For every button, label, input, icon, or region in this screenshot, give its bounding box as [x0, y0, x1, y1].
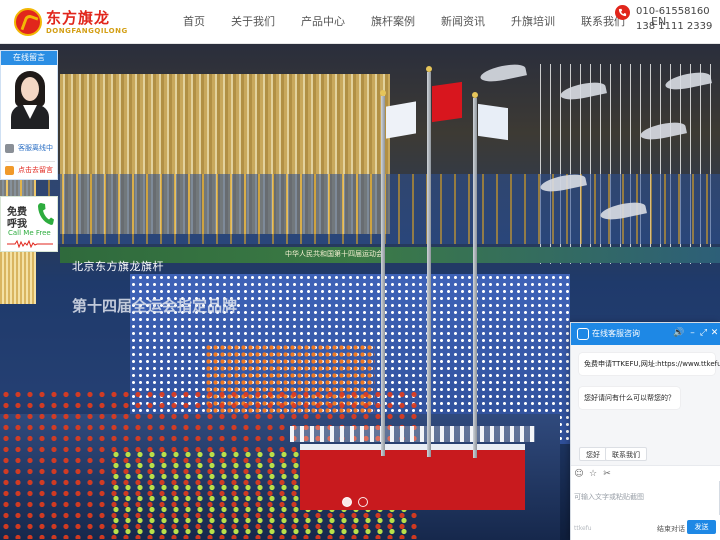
flag-stage: [300, 444, 525, 510]
callme-line-2: 呼我: [7, 219, 27, 230]
star-icon[interactable]: ☆: [588, 469, 598, 479]
call-me-free-widget[interactable]: 免费 呼我 Call Me Free: [0, 196, 58, 252]
quick-reply-hello[interactable]: 您好: [579, 447, 607, 461]
brand-name: 东方旗龙: [46, 9, 111, 27]
national-flag: [432, 81, 462, 123]
emoji-icon[interactable]: ☺: [574, 469, 584, 479]
brand-name-en: DONGFANGQILONG: [46, 27, 128, 35]
site-header: 东方旗龙 DONGFANGQILONG 首页 关于我们 产品中心 旗杆案例 新闻…: [0, 0, 720, 44]
phone-number-landline: 010-61558160: [636, 6, 710, 17]
chat-message: 免费申请TTKEFU,网址:https://www.ttkefu.com: [579, 353, 720, 375]
chat-input[interactable]: [574, 482, 718, 512]
nav-item-about[interactable]: 关于我们: [218, 0, 288, 44]
ribbon-board-text: 中华人民共和国第十四届运动会: [285, 250, 383, 258]
main-nav: 首页 关于我们 产品中心 旗杆案例 新闻资讯 升旗培训 联系我们 EN: [170, 0, 679, 44]
offline-icon: [5, 143, 14, 153]
speaker-icon[interactable]: 🔊: [673, 328, 684, 339]
chat-logo-icon: [577, 328, 589, 340]
scissors-icon[interactable]: ✂: [602, 469, 612, 479]
leave-message-label: 点击去留言: [18, 166, 53, 174]
flagpole-left: [381, 96, 385, 456]
dragon-logo-icon: [14, 8, 42, 36]
chat-header[interactable]: 在线客服咨询 🔊 – ⤢ ✕: [571, 323, 720, 345]
flagpole-center: [427, 72, 431, 457]
close-icon[interactable]: ✕: [709, 328, 720, 339]
flagpole-cap-center: [426, 66, 432, 72]
divider: [5, 161, 55, 162]
service-agent-avatar: [9, 71, 51, 129]
nav-item-home[interactable]: 首页: [170, 0, 218, 44]
brand-logo[interactable]: 东方旗龙 DONGFANGQILONG: [14, 6, 127, 38]
nav-item-training[interactable]: 升旗培训: [498, 0, 568, 44]
message-icon: [5, 165, 14, 175]
chat-footer: ttkefu 结束对话 发送: [571, 515, 720, 540]
nav-item-cases[interactable]: 旗杆案例: [358, 0, 428, 44]
phone-number-mobile: 138 1111 2339: [636, 21, 713, 32]
end-chat-button[interactable]: 结束对话: [657, 524, 685, 534]
quick-reply-contact[interactable]: 联系我们: [605, 447, 647, 461]
online-panel-title[interactable]: 在线留言: [1, 51, 57, 65]
dove-decoration: [479, 61, 527, 85]
leave-message-link[interactable]: 点击去留言: [5, 163, 53, 177]
chat-provider-brand: ttkefu: [574, 525, 592, 532]
phone-icon: [615, 5, 630, 20]
online-message-panel: 在线留言 客服离线中 点击去留言: [0, 50, 58, 180]
chat-toolbar: ☺ ☆ ✂: [571, 465, 720, 481]
send-button[interactable]: 发送: [687, 520, 716, 534]
chat-title: 在线客服咨询: [592, 329, 640, 338]
flagpole-cap-left: [380, 90, 386, 96]
phone-handset-icon: [38, 203, 54, 225]
nav-item-products[interactable]: 产品中心: [288, 0, 358, 44]
chat-message: 您好请问有什么可以帮您的？: [579, 387, 680, 409]
flagpole-right: [473, 98, 477, 458]
stage-railing: [290, 426, 535, 442]
nav-item-news[interactable]: 新闻资讯: [428, 0, 498, 44]
games-flag-left: [386, 101, 416, 139]
expand-icon[interactable]: ⤢: [698, 328, 709, 339]
flagpole-cap-right: [472, 92, 478, 98]
sound-wave-icon: [7, 240, 53, 248]
minimize-icon[interactable]: –: [687, 328, 698, 339]
chat-message-area: 免费申请TTKEFU,网址:https://www.ttkefu.com 您好请…: [571, 345, 720, 465]
chat-widget: 在线客服咨询 🔊 – ⤢ ✕ 免费申请TTKEFU,网址:https://www…: [570, 322, 720, 540]
hero-subheadline: 第十四届全运会指定品牌: [72, 297, 238, 315]
service-status: 客服离线中: [18, 144, 53, 152]
service-status-row[interactable]: 客服离线中: [5, 141, 53, 155]
slider-dot-2[interactable]: [358, 497, 368, 507]
slider-pagination: [342, 497, 374, 507]
hero-headline: 北京东方旗龙旗杆: [72, 260, 164, 273]
slider-dot-1[interactable]: [342, 497, 352, 507]
games-flag-right: [478, 103, 508, 141]
callme-english: Call Me Free: [8, 229, 51, 237]
